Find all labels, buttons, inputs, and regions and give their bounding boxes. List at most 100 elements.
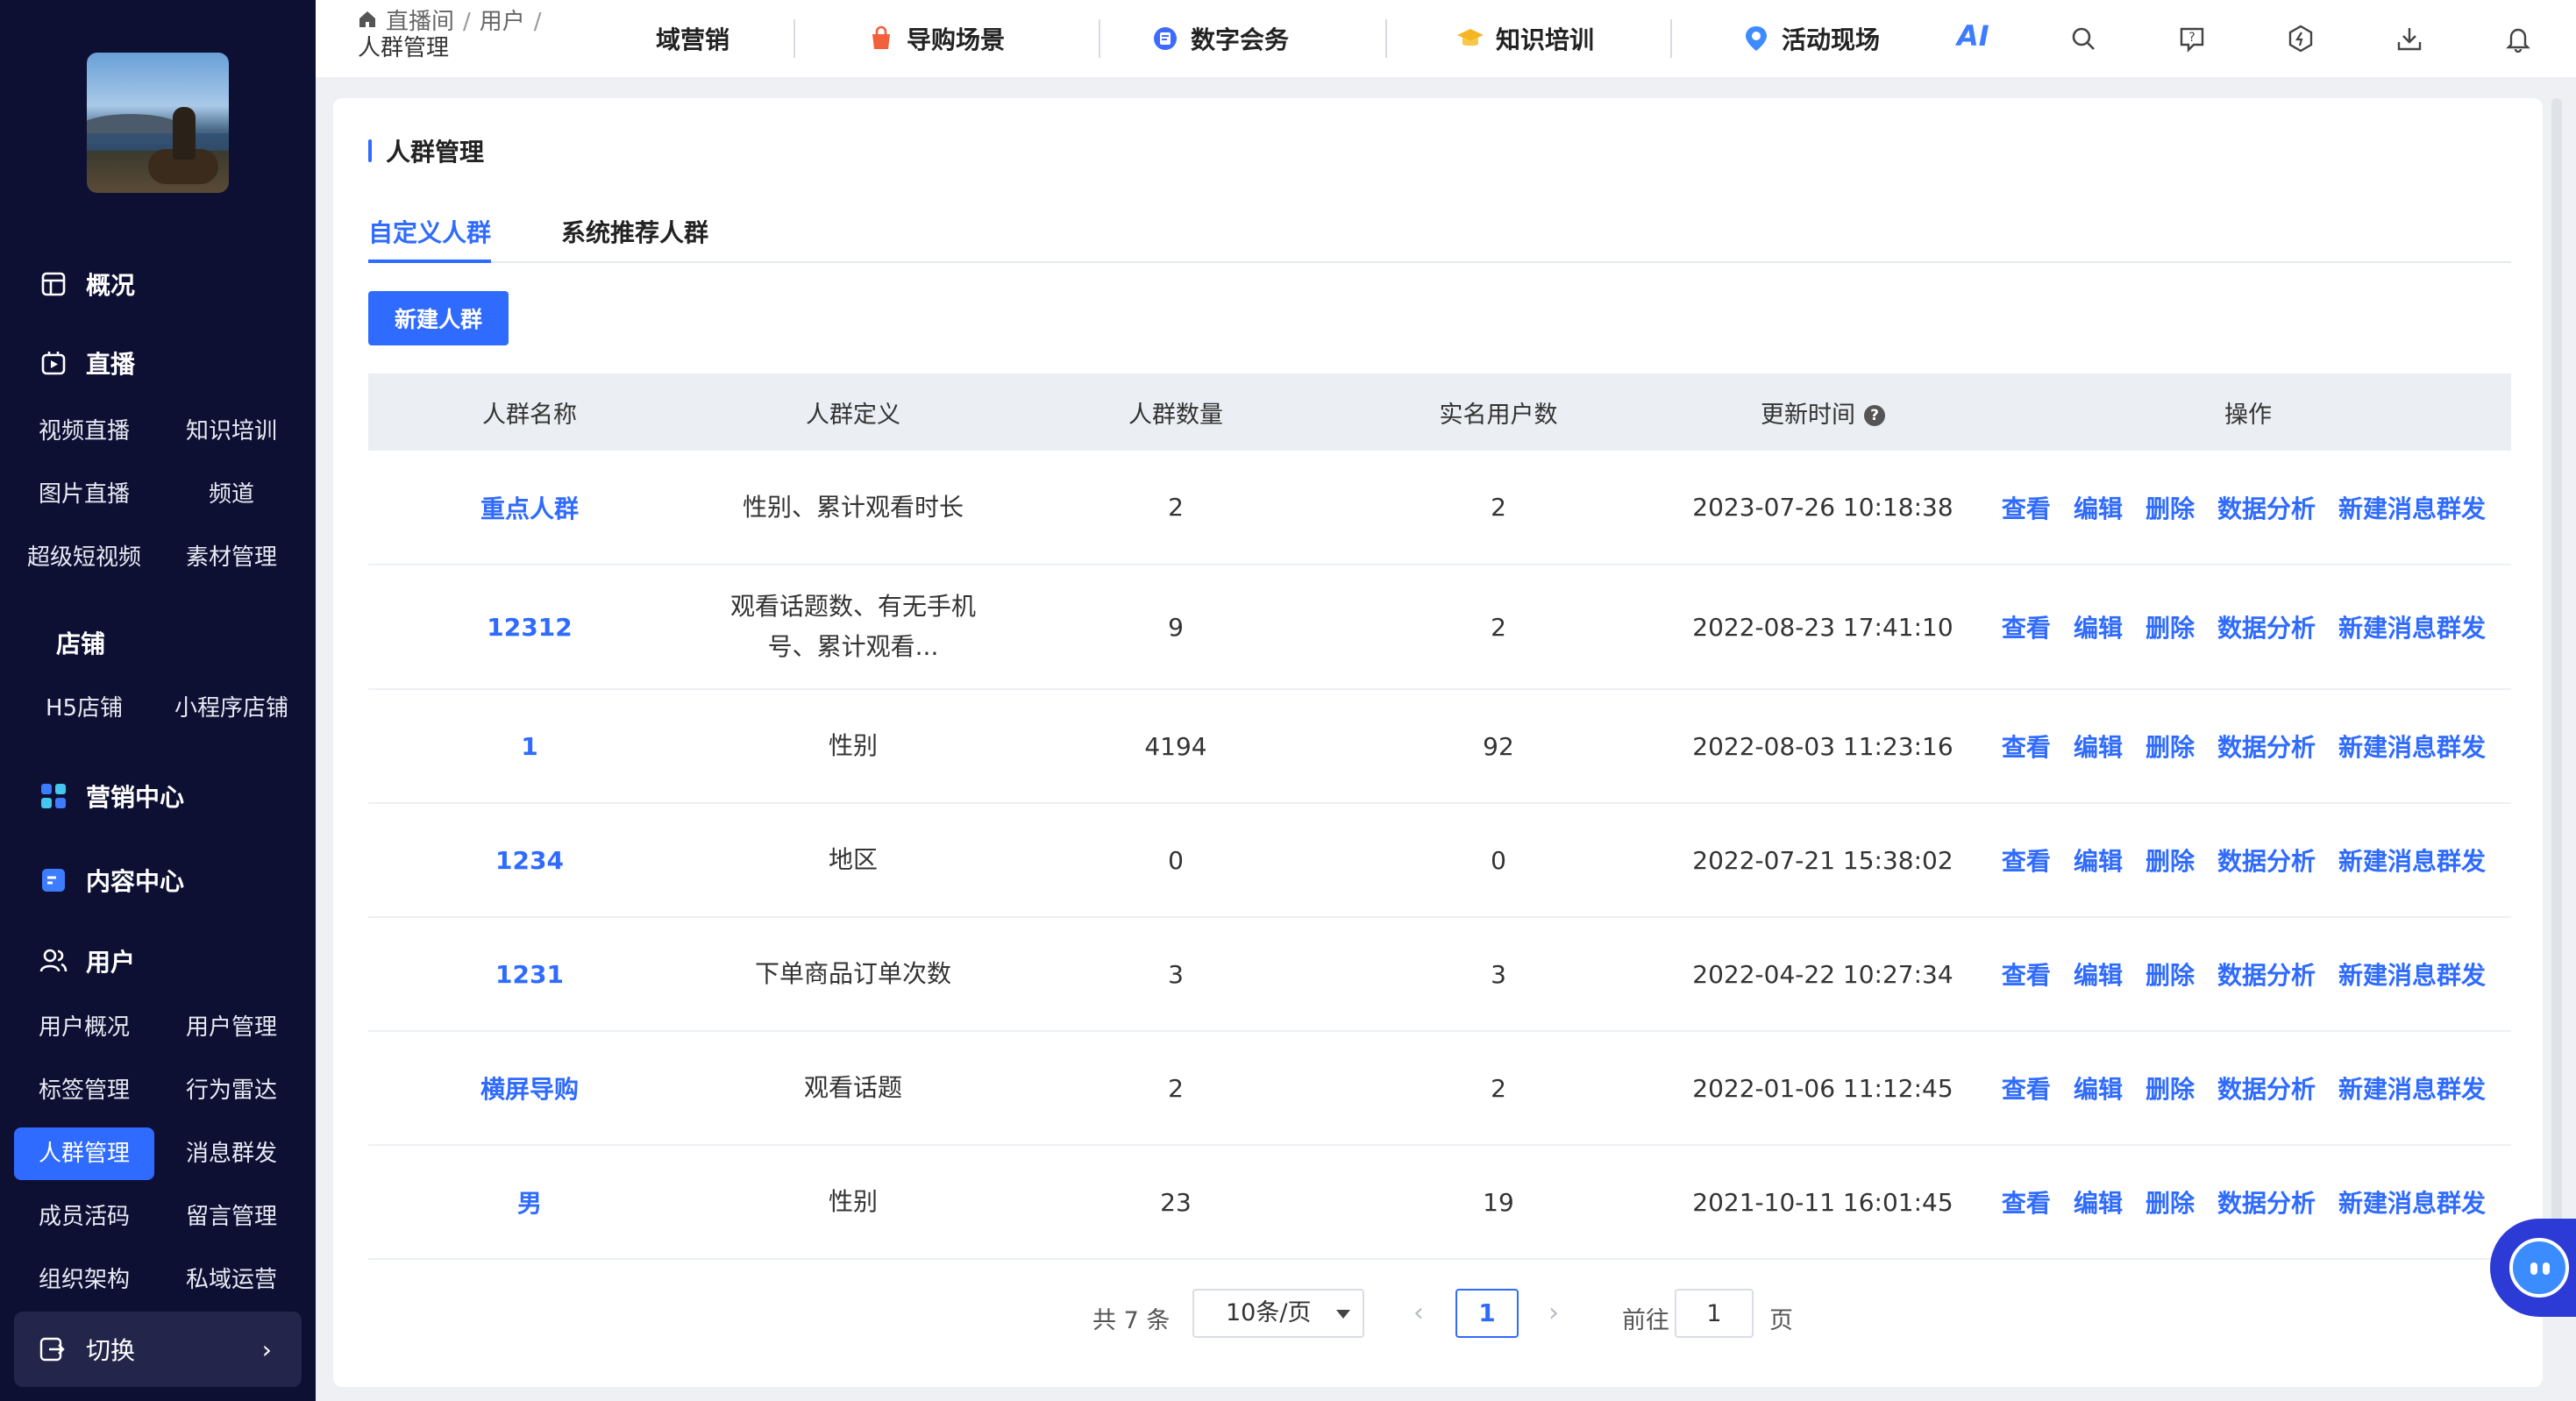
action-edit-link[interactable]: 编辑	[2074, 1070, 2123, 1106]
action-view-link[interactable]: 查看	[2002, 490, 2051, 525]
action-view-link[interactable]: 查看	[2002, 843, 2051, 878]
action-new-broadcast-link[interactable]: 新建消息群发	[2338, 957, 2486, 992]
action-new-broadcast-link[interactable]: 新建消息群发	[2338, 1070, 2486, 1106]
sidebar-item-crowd-management[interactable]: 人群管理	[14, 1127, 154, 1180]
action-new-broadcast-link[interactable]: 新建消息群发	[2338, 609, 2486, 644]
crowd-name-link[interactable]: 1	[521, 732, 537, 761]
sidebar-item-knowledge-training[interactable]: 知识培训	[161, 405, 302, 458]
nav-content[interactable]: 内容中心	[39, 863, 184, 898]
table-cell: 1234	[368, 803, 691, 918]
action-view-link[interactable]: 查看	[2002, 1070, 2051, 1106]
search-icon[interactable]	[2067, 23, 2099, 54]
sidebar-item-user-management[interactable]: 用户管理	[161, 1001, 302, 1054]
nav-live[interactable]: 直播	[39, 345, 135, 380]
crowd-name-link[interactable]: 1231	[495, 960, 564, 989]
crowd-name-link[interactable]: 横屏导购	[480, 1075, 579, 1104]
action-data-analysis-link[interactable]: 数据分析	[2217, 1184, 2316, 1220]
sidebar-item-message-broadcast[interactable]: 消息群发	[161, 1127, 302, 1180]
action-view-link[interactable]: 查看	[2002, 1184, 2051, 1220]
breadcrumb-user[interactable]: 用户	[480, 9, 525, 35]
action-delete-link[interactable]: 删除	[2145, 1184, 2195, 1220]
avatar[interactable]	[87, 53, 229, 193]
sidebar-item-h5-store[interactable]: H5店铺	[14, 682, 154, 735]
sidebar-item-video-live[interactable]: 视频直播	[14, 405, 154, 458]
action-view-link[interactable]: 查看	[2002, 609, 2051, 644]
page-number-current[interactable]: 1	[1455, 1289, 1519, 1338]
topnav-domain-marketing[interactable]: 域营销	[656, 0, 729, 77]
nav-overview-label: 概况	[86, 271, 136, 300]
action-delete-link[interactable]: 删除	[2145, 1070, 2195, 1106]
switch-button[interactable]: 切换 ›	[14, 1312, 302, 1387]
page-size-select[interactable]: 10条/页	[1192, 1289, 1364, 1338]
sidebar-item-member-qrcode[interactable]: 成员活码	[14, 1191, 154, 1243]
table-cell: 12312	[368, 565, 691, 690]
action-data-analysis-link[interactable]: 数据分析	[2217, 957, 2316, 992]
scrollbar[interactable]	[2551, 98, 2562, 1317]
goto-page-input[interactable]	[1675, 1289, 1754, 1338]
topnav-shopping-guide[interactable]: 导购场景	[866, 0, 1005, 77]
question-icon[interactable]: ?	[1864, 405, 1885, 426]
action-data-analysis-link[interactable]: 数据分析	[2217, 729, 2316, 764]
nav-user[interactable]: 用户	[39, 943, 135, 978]
sidebar-item-miniapp-store[interactable]: 小程序店铺	[161, 682, 302, 735]
action-edit-link[interactable]: 编辑	[2074, 1184, 2123, 1220]
sidebar-item-channel[interactable]: 频道	[161, 468, 302, 521]
table-cell-actions: 查看 编辑 删除 数据分析 新建消息群发	[1985, 917, 2511, 1032]
table-cell-actions: 查看 编辑 删除 数据分析 新建消息群发	[1985, 565, 2511, 690]
action-data-analysis-link[interactable]: 数据分析	[2217, 490, 2316, 525]
prev-page-icon[interactable]: ‹	[1413, 1298, 1424, 1328]
action-new-broadcast-link[interactable]: 新建消息群发	[2338, 1184, 2486, 1220]
action-delete-link[interactable]: 删除	[2145, 490, 2195, 525]
topnav-shopping-guide-label: 导购场景	[907, 25, 1006, 54]
crowd-name-link[interactable]: 男	[517, 1189, 542, 1218]
action-new-broadcast-link[interactable]: 新建消息群发	[2338, 729, 2486, 764]
crowd-name-link[interactable]: 12312	[487, 613, 572, 642]
tab-custom-crowd[interactable]: 自定义人群	[368, 216, 492, 263]
action-edit-link[interactable]: 编辑	[2074, 957, 2123, 992]
action-data-analysis-link[interactable]: 数据分析	[2217, 1070, 2316, 1106]
download-icon[interactable]	[2394, 23, 2425, 54]
action-edit-link[interactable]: 编辑	[2074, 490, 2123, 525]
action-new-broadcast-link[interactable]: 新建消息群发	[2338, 490, 2486, 525]
action-edit-link[interactable]: 编辑	[2074, 609, 2123, 644]
sidebar-item-behavior-radar[interactable]: 行为雷达	[161, 1064, 302, 1117]
sidebar-item-material[interactable]: 素材管理	[161, 531, 302, 584]
sidebar-item-user-overview[interactable]: 用户概况	[14, 1001, 154, 1054]
sidebar-item-org-structure[interactable]: 组织架构	[14, 1254, 154, 1306]
topnav-digital-conference[interactable]: 数字会务	[1150, 0, 1289, 77]
action-view-link[interactable]: 查看	[2002, 729, 2051, 764]
action-edit-link[interactable]: 编辑	[2074, 843, 2123, 878]
sidebar-item-image-live[interactable]: 图片直播	[14, 468, 154, 521]
breadcrumb-live-room[interactable]: 直播间	[386, 9, 454, 35]
tab-bar: 自定义人群 系统推荐人群	[368, 216, 2511, 263]
help-chat-icon[interactable]: ?	[2176, 23, 2208, 54]
svg-text:?: ?	[2188, 31, 2195, 45]
action-view-link[interactable]: 查看	[2002, 957, 2051, 992]
action-delete-link[interactable]: 删除	[2145, 843, 2195, 878]
settings-icon[interactable]	[2285, 23, 2316, 54]
sidebar-item-private-domain[interactable]: 私域运营	[161, 1254, 302, 1306]
sidebar-item-tag-management[interactable]: 标签管理	[14, 1064, 154, 1117]
header-update-time-label: 更新时间	[1761, 401, 1855, 429]
crowd-name-link[interactable]: 重点人群	[480, 494, 579, 523]
ai-assistant-button[interactable]: AI	[1957, 19, 1989, 53]
action-edit-link[interactable]: 编辑	[2074, 729, 2123, 764]
nav-overview[interactable]: 概况	[39, 267, 135, 302]
nav-marketing[interactable]: 营销中心	[39, 779, 184, 814]
topnav-event-site[interactable]: 活动现场	[1741, 0, 1880, 77]
sidebar-item-short-video[interactable]: 超级短视频	[14, 531, 154, 584]
sidebar-item-comment-management[interactable]: 留言管理	[161, 1191, 302, 1243]
nav-live-label: 直播	[86, 350, 136, 379]
tab-recommended-crowd[interactable]: 系统推荐人群	[561, 216, 708, 261]
action-new-broadcast-link[interactable]: 新建消息群发	[2338, 843, 2486, 878]
crowd-name-link[interactable]: 1234	[495, 846, 564, 875]
action-delete-link[interactable]: 删除	[2145, 957, 2195, 992]
action-delete-link[interactable]: 删除	[2145, 729, 2195, 764]
action-data-analysis-link[interactable]: 数据分析	[2217, 843, 2316, 878]
next-page-icon[interactable]: ›	[1548, 1298, 1559, 1328]
action-data-analysis-link[interactable]: 数据分析	[2217, 609, 2316, 644]
action-delete-link[interactable]: 删除	[2145, 609, 2195, 644]
topnav-knowledge-training[interactable]: 知识培训	[1455, 0, 1594, 77]
new-crowd-button[interactable]: 新建人群	[368, 291, 509, 345]
bell-icon[interactable]	[2502, 23, 2534, 54]
